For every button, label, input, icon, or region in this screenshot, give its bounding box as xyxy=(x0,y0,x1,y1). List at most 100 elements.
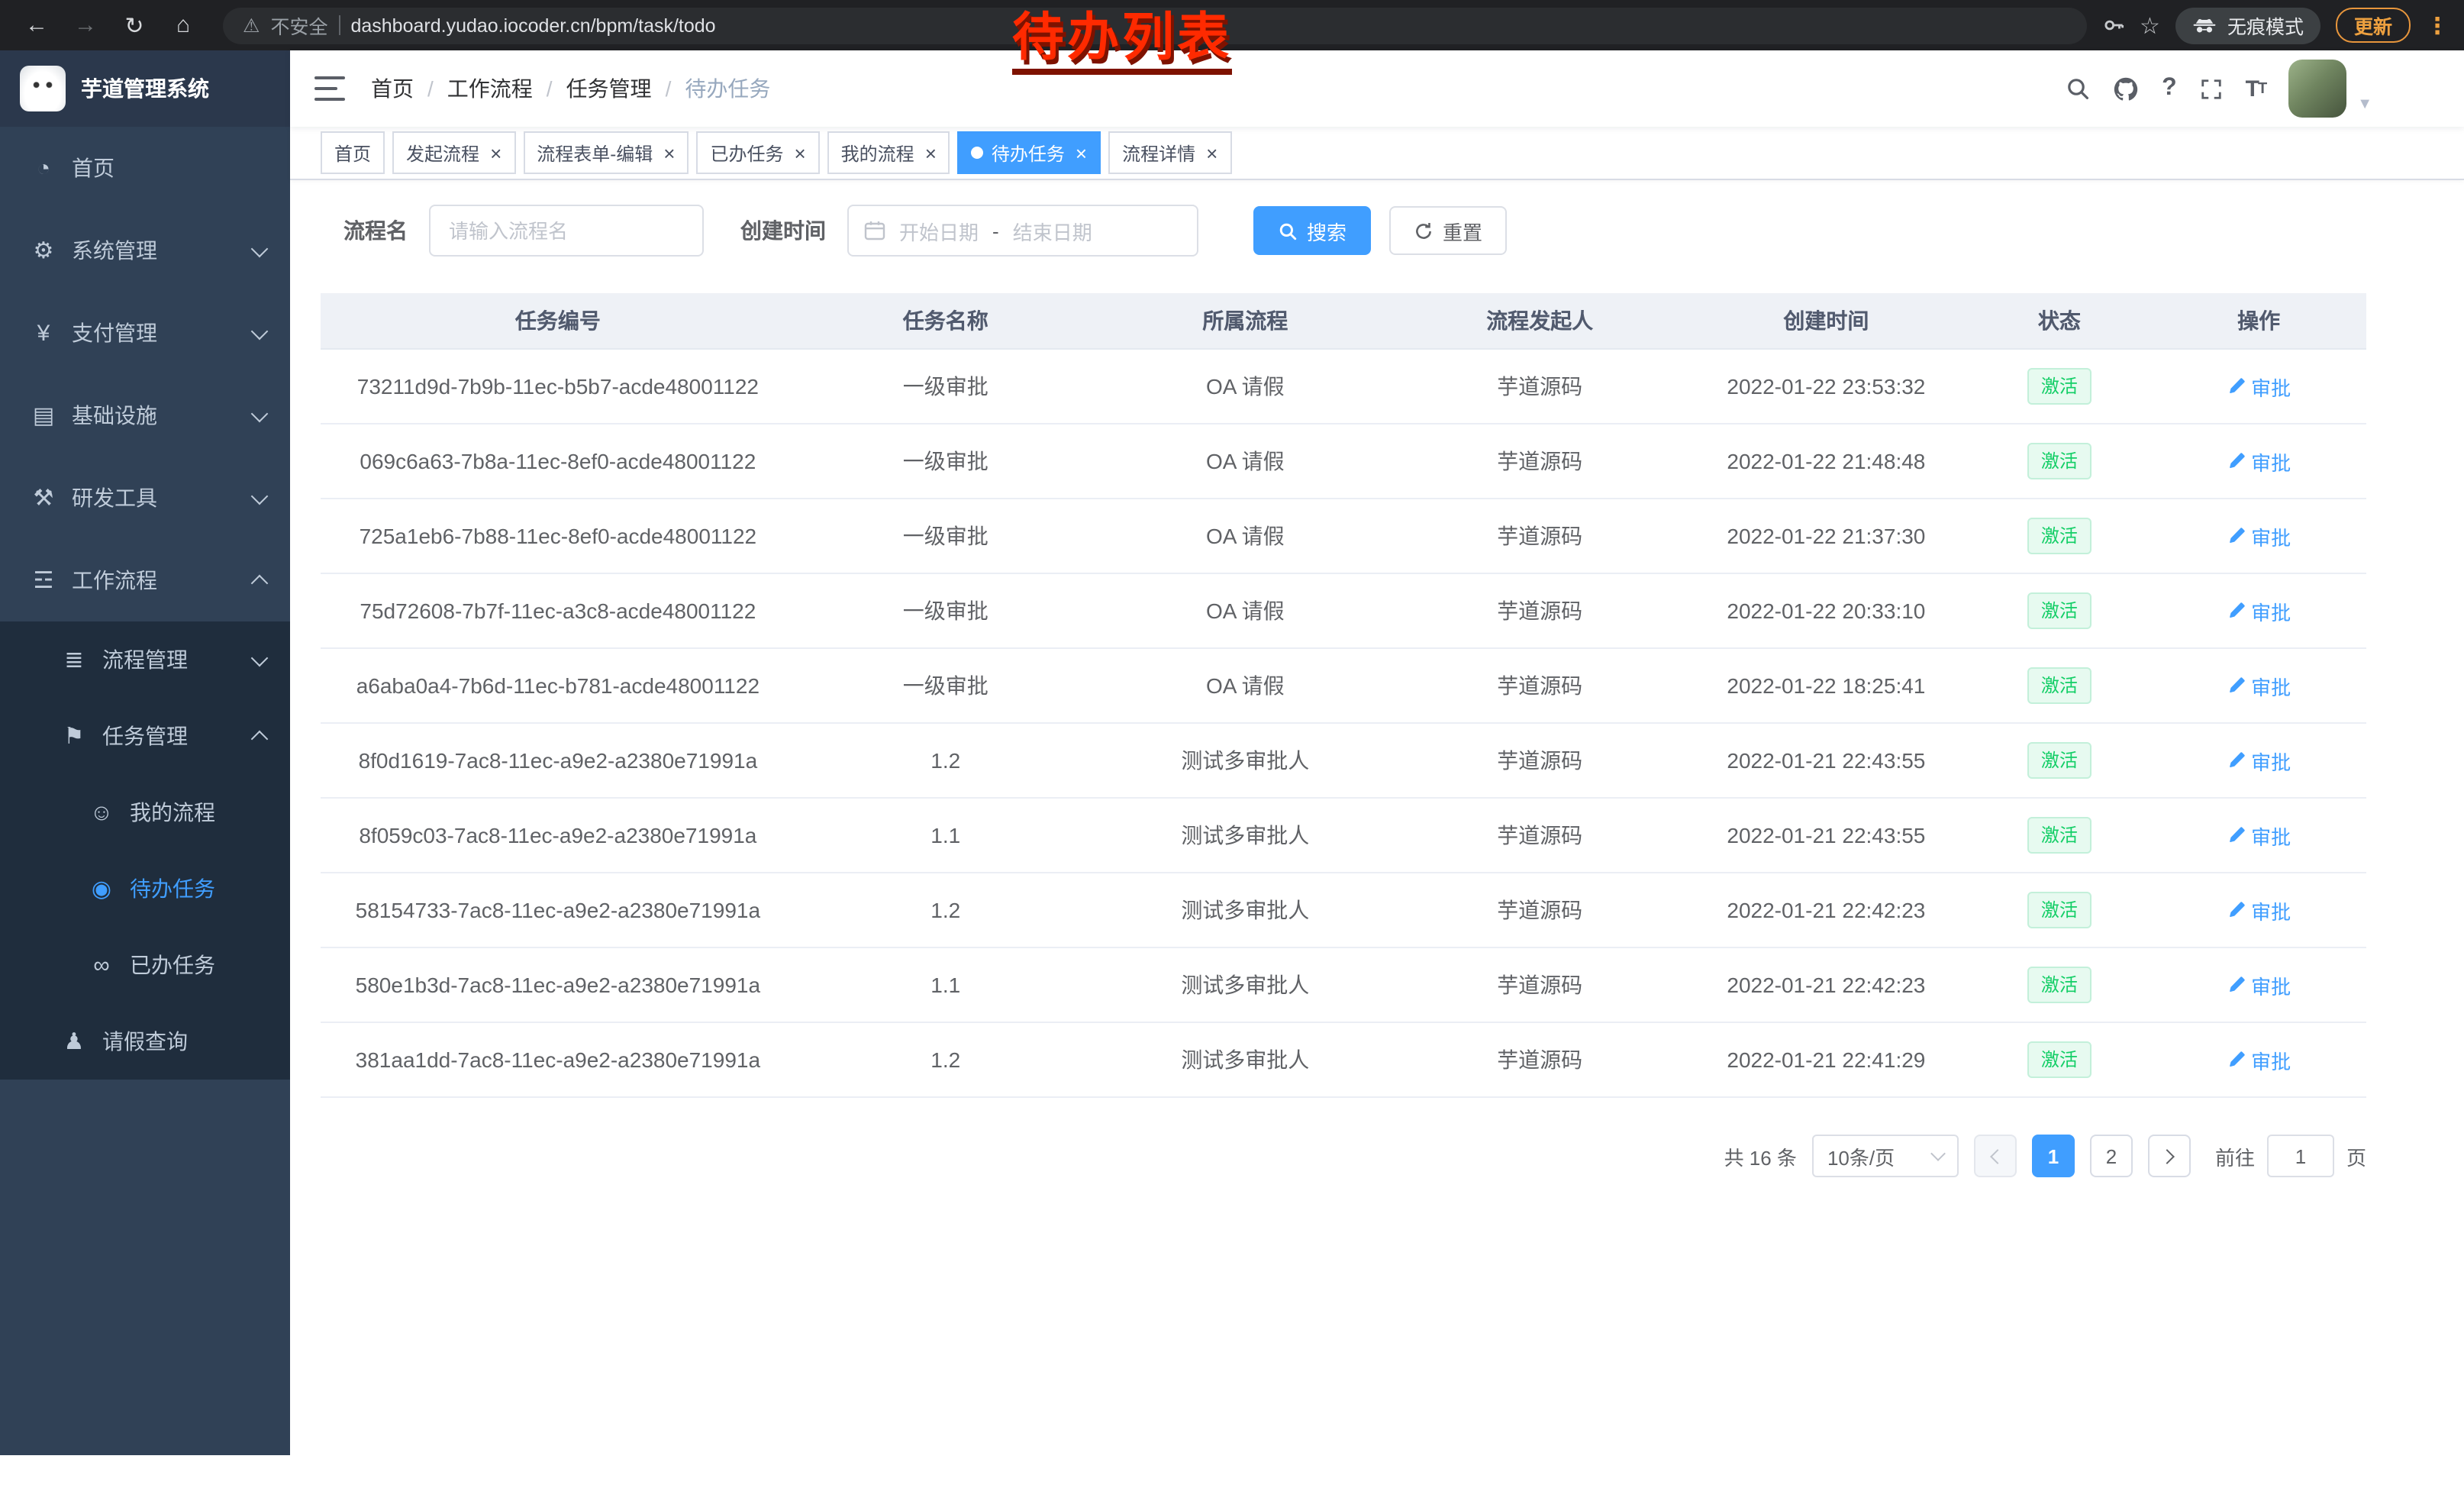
approve-link[interactable]: 审批 xyxy=(2227,447,2291,476)
goto-page-input[interactable] xyxy=(2267,1135,2334,1177)
app-logo[interactable]: 芋道管理系统 xyxy=(0,50,290,127)
sidebar-item-system-mgmt[interactable]: ⚙ 系统管理 xyxy=(0,209,290,292)
navbar-actions: ? TT ▼ xyxy=(2066,60,2372,118)
close-icon[interactable]: × xyxy=(1206,143,1217,163)
sidebar-item-dev-tools[interactable]: ⚒ 研发工具 xyxy=(0,457,290,539)
search-button[interactable]: 搜索 xyxy=(1253,206,1371,255)
warning-icon: ⚠ xyxy=(243,14,260,37)
close-icon[interactable]: × xyxy=(663,143,675,163)
approve-link[interactable]: 审批 xyxy=(2227,821,2291,850)
page-button-2[interactable]: 2 xyxy=(2090,1135,2133,1177)
approve-link[interactable]: 审批 xyxy=(2227,372,2291,401)
tab-done-tasks[interactable]: 已办任务× xyxy=(696,131,819,174)
reset-button[interactable]: 重置 xyxy=(1389,206,1507,255)
approve-link[interactable]: 审批 xyxy=(2227,1045,2291,1074)
incognito-icon xyxy=(2192,18,2217,33)
next-page-button[interactable] xyxy=(2148,1135,2191,1177)
sidebar-item-workflow[interactable]: ☲ 工作流程 xyxy=(0,539,290,621)
sidebar-item-task-mgmt[interactable]: ⚑ 任务管理 xyxy=(0,698,290,774)
cell-status: 激活 xyxy=(1967,574,2151,647)
hamburger-icon[interactable] xyxy=(314,76,345,101)
status-badge: 激活 xyxy=(2027,892,2091,928)
sidebar-item-infrastructure[interactable]: ▤ 基础设施 xyxy=(0,374,290,457)
cell-starter: 芋道源码 xyxy=(1395,948,1685,1022)
tab-todo-tasks[interactable]: 待办任务× xyxy=(958,131,1101,174)
avatar-caret-icon[interactable]: ▼ xyxy=(2357,96,2372,113)
fullscreen-icon[interactable] xyxy=(2200,77,2223,100)
table-row: 381aa1dd-7ac8-11ec-a9e2-a2380e71991a 1.2… xyxy=(321,1023,2366,1096)
approve-link[interactable]: 审批 xyxy=(2227,671,2291,700)
page-size-select[interactable]: 10条/页 xyxy=(1812,1135,1959,1177)
cell-created: 2022-01-22 23:53:32 xyxy=(1685,350,1967,423)
cell-starter: 芋道源码 xyxy=(1395,1023,1685,1096)
cell-process: 测试多审批人 xyxy=(1096,948,1395,1022)
status-badge: 激活 xyxy=(2027,368,2091,405)
pagination: 共 16 条 10条/页 1 2 前往 页 xyxy=(321,1135,2366,1177)
font-size-icon[interactable]: TT xyxy=(2246,76,2266,102)
search-icon[interactable] xyxy=(2066,76,2090,101)
sidebar-menu: ◔ 首页 ⚙ 系统管理 ¥ 支付管理 ▤ 基础设施 xyxy=(0,127,290,1455)
home-icon[interactable]: ⌂ xyxy=(163,5,203,45)
sidebar-item-leave-query[interactable]: ♟ 请假查询 xyxy=(0,1003,290,1080)
cell-status: 激活 xyxy=(1967,799,2151,872)
prev-page-button[interactable] xyxy=(1974,1135,2017,1177)
close-icon[interactable]: × xyxy=(490,143,502,163)
back-icon[interactable]: ← xyxy=(17,5,56,45)
breadcrumb-current: 待办任务 xyxy=(685,73,770,104)
close-icon[interactable]: × xyxy=(1076,143,1087,163)
tab-home[interactable]: 首页 xyxy=(321,131,385,174)
tab-form-edit[interactable]: 流程表单-编辑× xyxy=(523,131,689,174)
approve-link[interactable]: 审批 xyxy=(2227,521,2291,550)
sidebar-item-todo-tasks[interactable]: ◉ 待办任务 xyxy=(0,851,290,927)
cell-starter: 芋道源码 xyxy=(1395,873,1685,947)
goto-label: 前往 xyxy=(2215,1141,2255,1170)
person-chat-icon: ☺ xyxy=(89,799,114,825)
cell-status: 激活 xyxy=(1967,499,2151,573)
tab-start-process[interactable]: 发起流程× xyxy=(392,131,515,174)
sidebar-item-process-mgmt[interactable]: ≣ 流程管理 xyxy=(0,621,290,698)
password-key-icon[interactable] xyxy=(2101,14,2124,37)
cell-created: 2022-01-21 22:41:29 xyxy=(1685,1023,1967,1096)
breadcrumb-home[interactable]: 首页 xyxy=(371,73,414,104)
close-icon[interactable]: × xyxy=(794,143,805,163)
cell-process: OA 请假 xyxy=(1096,574,1395,647)
browser-menu-icon[interactable]: ⋮ xyxy=(2426,11,2449,39)
cell-action: 审批 xyxy=(2151,350,2366,423)
column-header: 状态 xyxy=(1967,293,2151,348)
cell-task-id: 73211d9d-7b9b-11ec-b5b7-acde48001122 xyxy=(321,350,795,423)
table-row: 73211d9d-7b9b-11ec-b5b7-acde48001122 一级审… xyxy=(321,350,2366,424)
chevron-down-icon xyxy=(253,412,266,419)
incognito-badge[interactable]: 无痕模式 xyxy=(2175,7,2320,44)
breadcrumb-task-mgmt[interactable]: 任务管理 xyxy=(566,73,652,104)
status-badge: 激活 xyxy=(2027,817,2091,854)
approve-link[interactable]: 审批 xyxy=(2227,746,2291,775)
update-button[interactable]: 更新 xyxy=(2336,8,2411,43)
cell-status: 激活 xyxy=(1967,948,2151,1022)
column-header: 创建时间 xyxy=(1685,293,1967,348)
table-row: 8f0d1619-7ac8-11ec-a9e2-a2380e71991a 1.2… xyxy=(321,724,2366,799)
sidebar-item-payment-mgmt[interactable]: ¥ 支付管理 xyxy=(0,292,290,374)
cell-process: 测试多审批人 xyxy=(1096,724,1395,797)
tab-my-process[interactable]: 我的流程× xyxy=(827,131,950,174)
reload-icon[interactable]: ↻ xyxy=(114,5,154,45)
cell-status: 激活 xyxy=(1967,424,2151,498)
help-icon[interactable]: ? xyxy=(2162,75,2177,102)
user-avatar[interactable] xyxy=(2288,60,2346,118)
tab-process-detail[interactable]: 流程详情× xyxy=(1108,131,1231,174)
table-header-row: 任务编号 任务名称 所属流程 流程发起人 创建时间 状态 操作 xyxy=(321,293,2366,350)
page-button-1[interactable]: 1 xyxy=(2032,1135,2075,1177)
process-name-input[interactable] xyxy=(429,205,704,257)
bookmark-star-icon[interactable]: ☆ xyxy=(2140,11,2160,39)
approve-link[interactable]: 审批 xyxy=(2227,596,2291,625)
approve-link[interactable]: 审批 xyxy=(2227,970,2291,999)
sidebar-item-my-process[interactable]: ☺ 我的流程 xyxy=(0,774,290,851)
close-icon[interactable]: × xyxy=(925,143,937,163)
sidebar-item-home[interactable]: ◔ 首页 xyxy=(0,127,290,209)
date-range-picker[interactable]: 开始日期 - 结束日期 xyxy=(847,205,1198,257)
incognito-label: 无痕模式 xyxy=(2227,11,2304,40)
github-icon[interactable] xyxy=(2113,76,2139,102)
sidebar-item-done-tasks[interactable]: ∞ 已办任务 xyxy=(0,927,290,1003)
approve-link[interactable]: 审批 xyxy=(2227,896,2291,925)
forward-icon[interactable]: → xyxy=(66,5,105,45)
breadcrumb-workflow[interactable]: 工作流程 xyxy=(447,73,533,104)
